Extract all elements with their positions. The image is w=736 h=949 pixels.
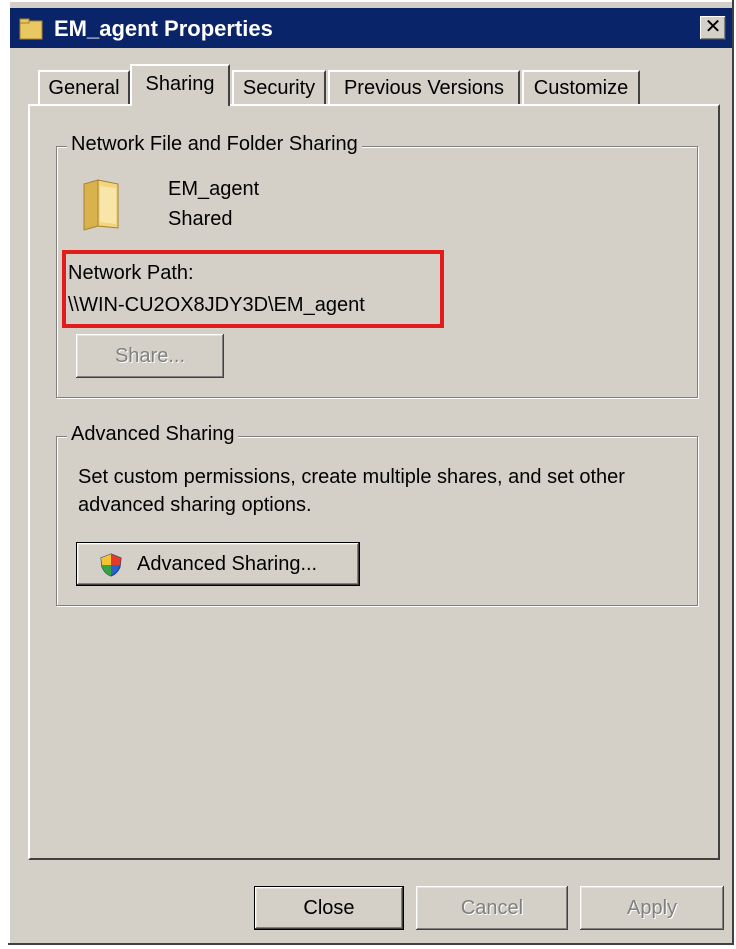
uac-shield-icon xyxy=(99,553,123,583)
folder-name: EM_agent xyxy=(168,178,260,200)
cancel-button-label: Cancel xyxy=(460,897,524,919)
tab-customize[interactable]: Customize xyxy=(522,70,640,104)
tab-previous-versions[interactable]: Previous Versions xyxy=(328,70,520,104)
close-button[interactable]: Close xyxy=(254,886,404,930)
folder-icon xyxy=(18,16,44,48)
advanced-sharing-button-label: Advanced Sharing... xyxy=(137,553,318,575)
network-path-highlight xyxy=(62,250,444,328)
window-title: EM_agent Properties xyxy=(54,16,273,41)
close-button-label: Close xyxy=(303,897,355,919)
tab-general[interactable]: General xyxy=(38,70,130,104)
cancel-button[interactable]: Cancel xyxy=(416,886,568,930)
advanced-sharing-description-line-2: advanced sharing options. xyxy=(78,494,312,516)
share-status: Shared xyxy=(168,208,233,230)
network-sharing-group-label: Network File and Folder Sharing xyxy=(67,133,362,156)
title-bar[interactable]: EM_agent Properties ✕ xyxy=(10,8,732,48)
apply-button[interactable]: Apply xyxy=(580,886,724,930)
share-button[interactable]: Share... xyxy=(76,334,224,378)
folder-icon xyxy=(78,176,126,238)
tab-security[interactable]: Security xyxy=(232,70,326,104)
tab-sharing[interactable]: Sharing xyxy=(130,64,230,106)
close-icon[interactable]: ✕ xyxy=(700,16,726,40)
share-button-label: Share... xyxy=(114,345,186,367)
apply-button-label: Apply xyxy=(626,897,678,919)
advanced-sharing-description-line-1: Set custom permissions, create multiple … xyxy=(78,466,625,488)
advanced-sharing-group-label: Advanced Sharing xyxy=(67,423,239,446)
advanced-sharing-button[interactable]: Advanced Sharing... xyxy=(76,542,360,586)
